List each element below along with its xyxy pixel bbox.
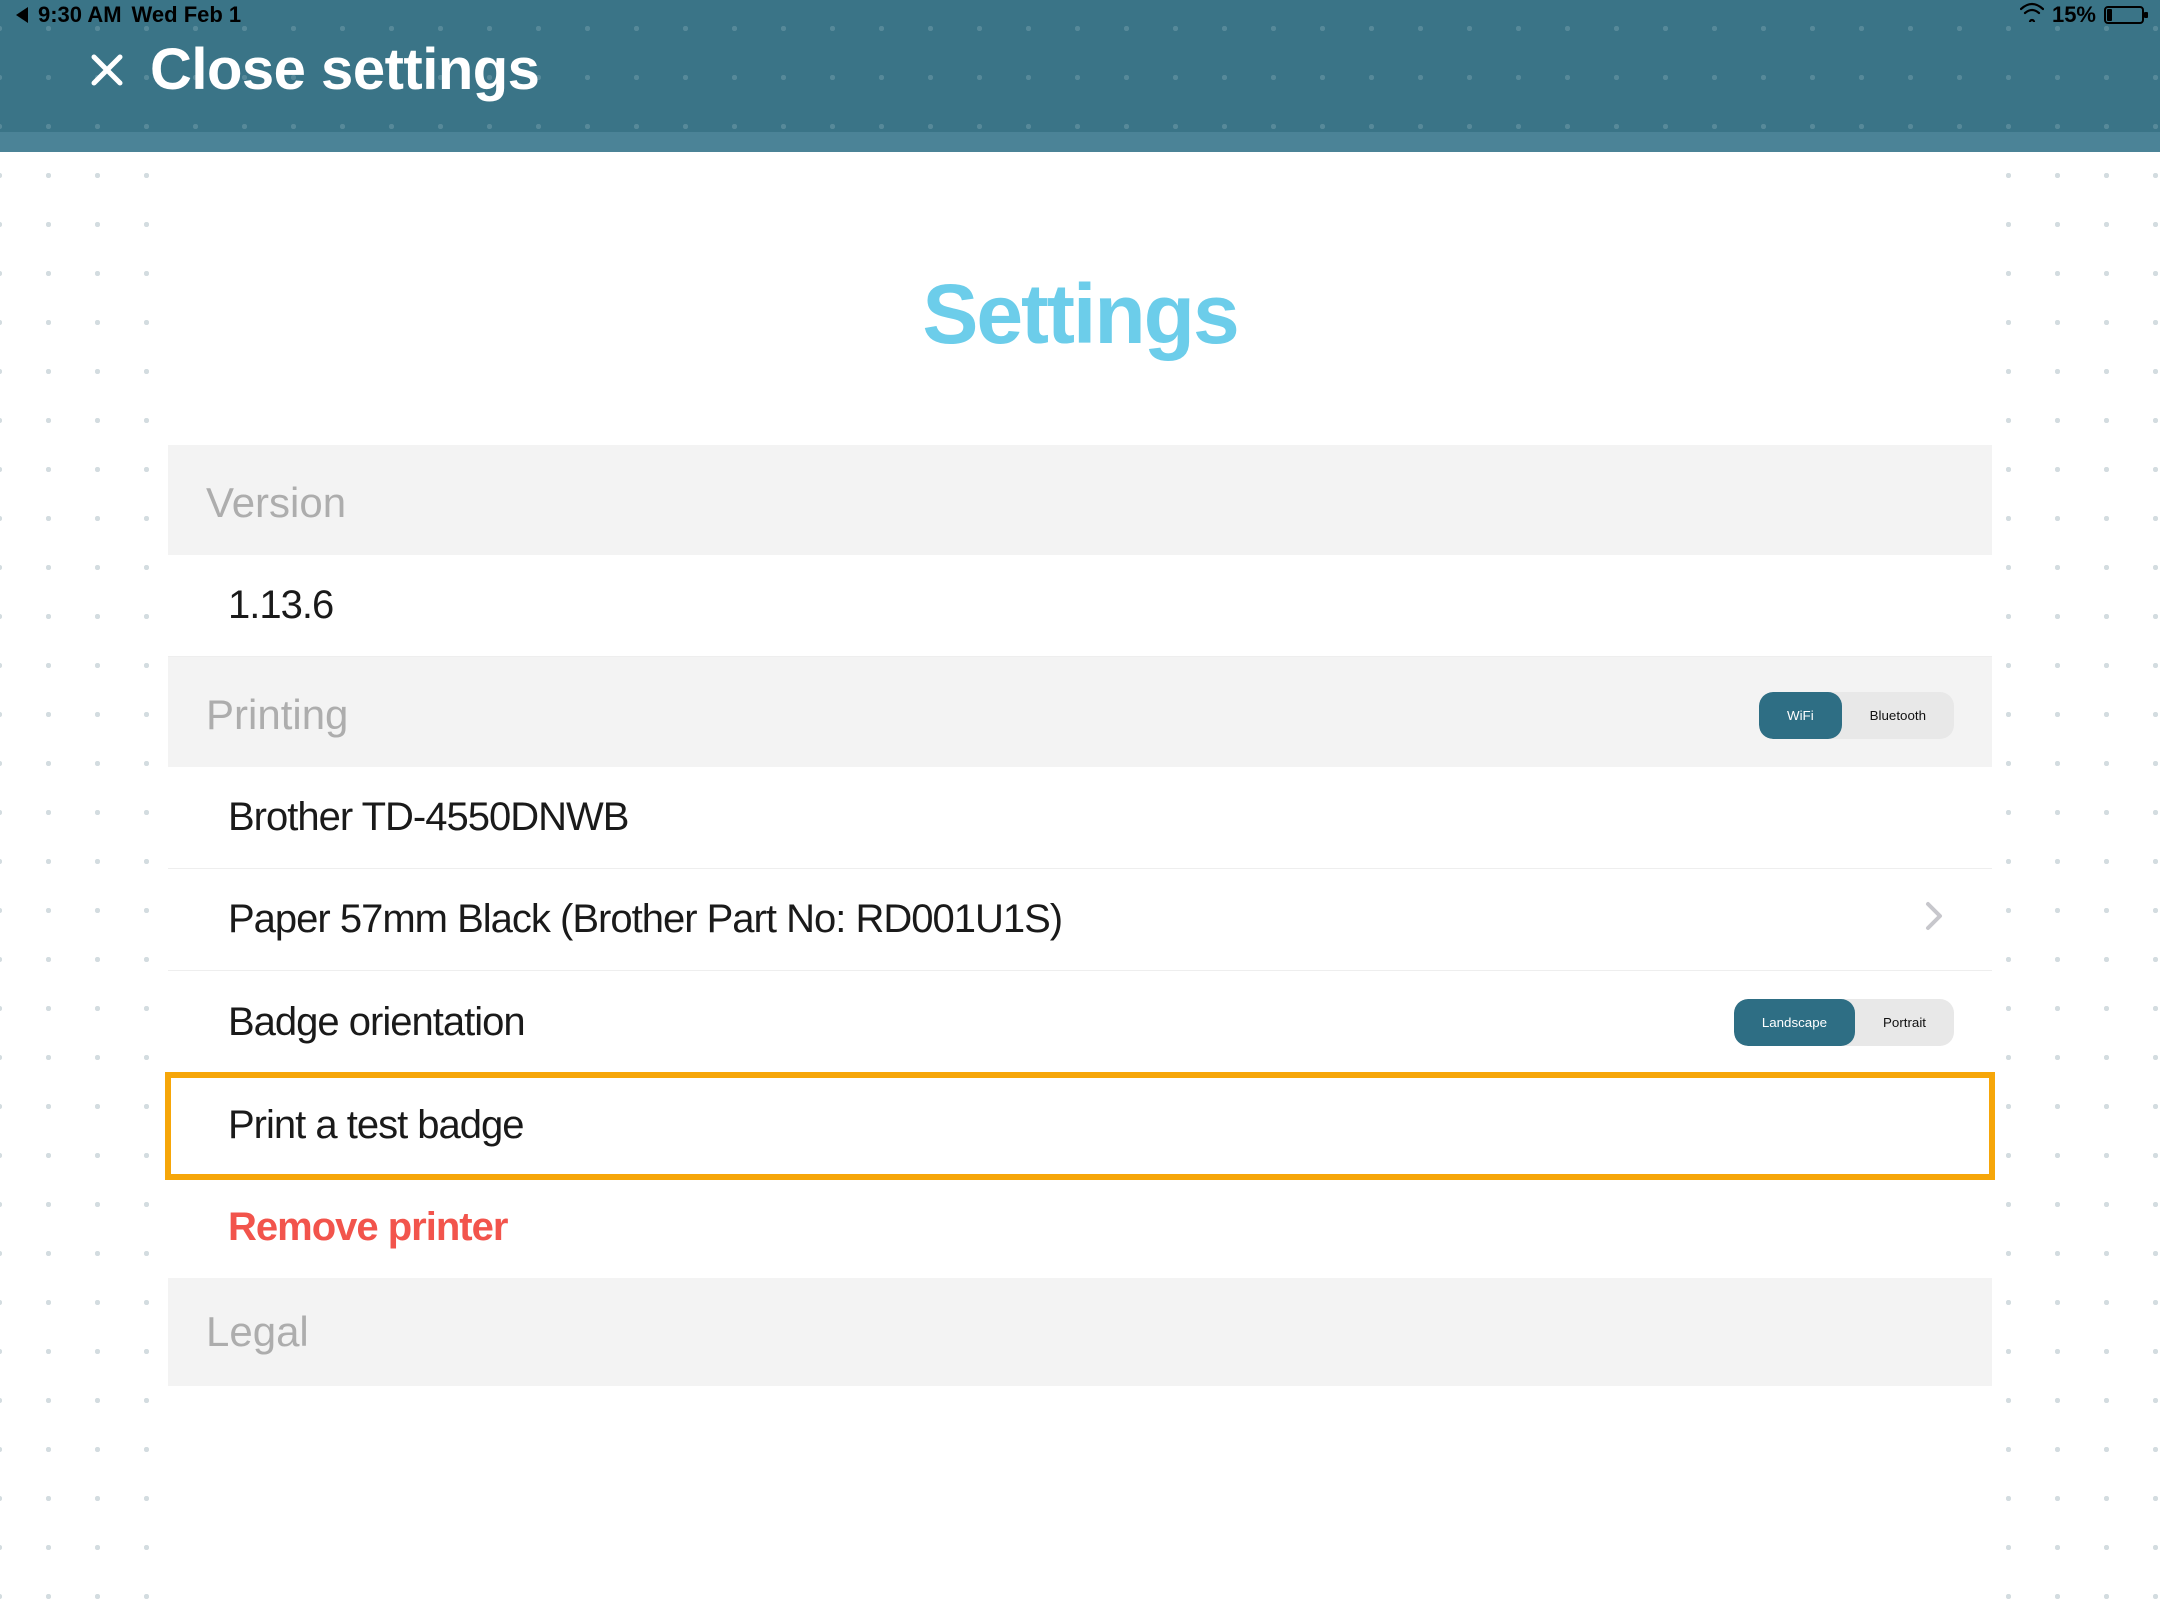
close-icon[interactable] <box>88 51 126 89</box>
status-time: 9:30 AM <box>38 2 122 28</box>
battery-icon <box>2104 6 2144 24</box>
section-label: Version <box>206 479 346 527</box>
printer-name: Brother TD-4550DNWB <box>228 795 628 840</box>
wifi-icon <box>2020 2 2044 28</box>
orientation-row: Badge orientation Landscape Portrait <box>168 971 1992 1075</box>
segment-landscape[interactable]: Landscape <box>1734 999 1855 1046</box>
print-test-badge-row[interactable]: Print a test badge <box>168 1075 1992 1177</box>
section-label: Legal <box>206 1308 309 1356</box>
paper-label: Paper 57mm Black (Brother Part No: RD001… <box>228 897 1062 942</box>
section-header-legal: Legal <box>168 1278 1992 1386</box>
remove-printer-label: Remove printer <box>228 1205 507 1250</box>
status-date: Wed Feb 1 <box>132 2 242 28</box>
page-title: Settings <box>0 266 2160 363</box>
header-subbar <box>0 132 2160 152</box>
section-label: Printing <box>206 691 348 739</box>
orientation-label: Badge orientation <box>228 1000 525 1045</box>
section-header-version: Version <box>168 445 1992 555</box>
segment-wifi[interactable]: WiFi <box>1759 692 1842 739</box>
paper-row[interactable]: Paper 57mm Black (Brother Part No: RD001… <box>168 869 1992 971</box>
segment-bluetooth[interactable]: Bluetooth <box>1842 692 1954 739</box>
chevron-right-icon <box>1924 897 1954 942</box>
battery-percent: 15% <box>2052 2 2096 28</box>
printer-row[interactable]: Brother TD-4550DNWB <box>168 767 1992 869</box>
ios-status-bar: 9:30 AM Wed Feb 1 15% <box>0 0 2160 30</box>
close-settings-button[interactable]: Close settings <box>150 36 539 103</box>
orientation-segmented[interactable]: Landscape Portrait <box>1734 999 1954 1046</box>
version-value: 1.13.6 <box>228 583 333 628</box>
remove-printer-row[interactable]: Remove printer <box>168 1177 1992 1278</box>
back-caret-icon[interactable] <box>16 7 28 23</box>
print-test-badge-label: Print a test badge <box>228 1103 524 1148</box>
settings-card: Version 1.13.6 Printing WiFi Bluetooth B… <box>168 445 1992 1386</box>
version-row: 1.13.6 <box>168 555 1992 657</box>
printing-mode-segmented[interactable]: WiFi Bluetooth <box>1759 692 1954 739</box>
segment-portrait[interactable]: Portrait <box>1855 999 1954 1046</box>
app-header: 9:30 AM Wed Feb 1 15% Close settings <box>0 0 2160 132</box>
section-header-printing: Printing WiFi Bluetooth <box>168 657 1992 767</box>
